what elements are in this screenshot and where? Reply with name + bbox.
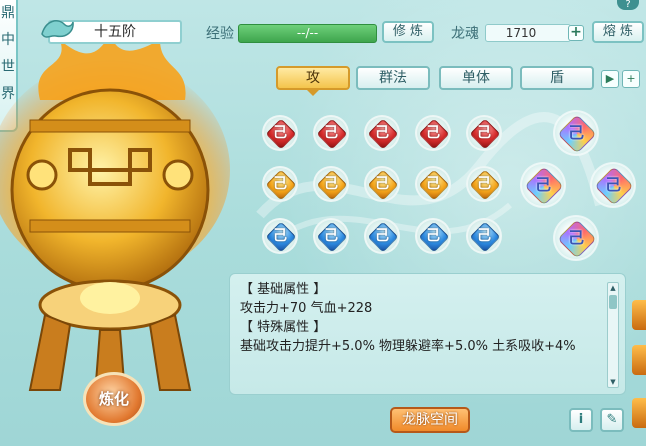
scroll-up-icon[interactable]: ▲ bbox=[609, 284, 617, 292]
gem-slot[interactable]: 己 bbox=[415, 166, 451, 202]
special-attr-line: 基础攻击力提升+5.0% 物理躲避率+5.0% 土系吸收+4% bbox=[240, 339, 576, 354]
special-gem-slot[interactable]: 己 bbox=[520, 162, 566, 208]
gem-slot[interactable]: 己 bbox=[466, 115, 502, 151]
cultivate-button[interactable]: 修 炼 bbox=[382, 21, 434, 43]
special-gem-slot[interactable]: 己 bbox=[590, 162, 636, 208]
gem-slot[interactable]: 己 bbox=[364, 218, 400, 254]
edit-button[interactable]: ✎ bbox=[600, 408, 624, 432]
add-soul-button[interactable]: + bbox=[568, 25, 584, 41]
window: 鼎 中 世 界 十五阶 ? 经验 --/-- 修 炼 龙魂 1710 + 熔 炼… bbox=[0, 0, 646, 446]
gem-slot[interactable]: 己 bbox=[313, 115, 349, 151]
tab-group-spell[interactable]: 群法 bbox=[356, 66, 430, 90]
base-attr-line: 攻击力+70 气血+228 bbox=[240, 301, 373, 316]
gem-slot[interactable]: 己 bbox=[262, 218, 298, 254]
dragon-space-button[interactable]: 龙脉空间 bbox=[390, 407, 470, 433]
exp-label: 经验 bbox=[206, 26, 234, 42]
special-attr-header: 【 特殊属性 】 bbox=[240, 320, 327, 335]
tab-shield[interactable]: 盾 bbox=[520, 66, 594, 90]
gem-slot[interactable]: 己 bbox=[262, 115, 298, 151]
scroll-thumb[interactable] bbox=[609, 295, 617, 309]
tab-single-target[interactable]: 单体 bbox=[439, 66, 513, 90]
special-gem-slot[interactable]: 己 bbox=[553, 110, 599, 156]
gem-slot[interactable]: 己 bbox=[466, 218, 502, 254]
exp-progress-bar: --/-- bbox=[238, 24, 377, 43]
cauldron-artwork bbox=[0, 40, 230, 396]
gem-slot[interactable]: 己 bbox=[466, 166, 502, 202]
tabs-add-button[interactable]: + bbox=[622, 70, 640, 88]
dragon-emblem-icon bbox=[41, 20, 74, 38]
gem-slot[interactable]: 己 bbox=[364, 166, 400, 202]
side-reward-icon[interactable] bbox=[632, 300, 646, 330]
soul-value: 1710 bbox=[505, 26, 537, 40]
side-reward-icon[interactable] bbox=[632, 345, 646, 375]
refine-button[interactable]: 炼化 bbox=[83, 372, 145, 426]
attribute-panel: 【 基础属性 】 攻击力+70 气血+228 【 特殊属性 】 基础攻击力提升+… bbox=[229, 273, 626, 395]
tabs-next-button[interactable]: ▶ bbox=[601, 70, 619, 88]
vtab-char-1: 鼎 bbox=[1, 5, 15, 21]
soul-label: 龙魂 bbox=[451, 26, 479, 42]
gem-slot[interactable]: 己 bbox=[364, 115, 400, 151]
gem-slot[interactable]: 己 bbox=[313, 218, 349, 254]
special-gem-slot[interactable]: 己 bbox=[553, 215, 599, 261]
gem-slot[interactable]: 己 bbox=[313, 166, 349, 202]
gem-slot[interactable]: 己 bbox=[415, 218, 451, 254]
attribute-scrollbar[interactable]: ▲ ▼ bbox=[607, 282, 619, 388]
side-reward-icon[interactable] bbox=[632, 398, 646, 428]
smelt-button[interactable]: 熔 炼 bbox=[592, 21, 644, 43]
gem-slot[interactable]: 己 bbox=[262, 166, 298, 202]
base-attr-header: 【 基础属性 】 bbox=[240, 282, 327, 297]
tab-attack[interactable]: 攻 bbox=[276, 66, 350, 90]
soul-value-box: 1710 bbox=[485, 24, 571, 42]
info-button[interactable]: i bbox=[569, 408, 593, 432]
active-tab-pointer bbox=[306, 89, 320, 96]
exp-value: --/-- bbox=[296, 26, 319, 40]
scroll-down-icon[interactable]: ▼ bbox=[609, 378, 617, 386]
gem-slot[interactable]: 己 bbox=[415, 115, 451, 151]
